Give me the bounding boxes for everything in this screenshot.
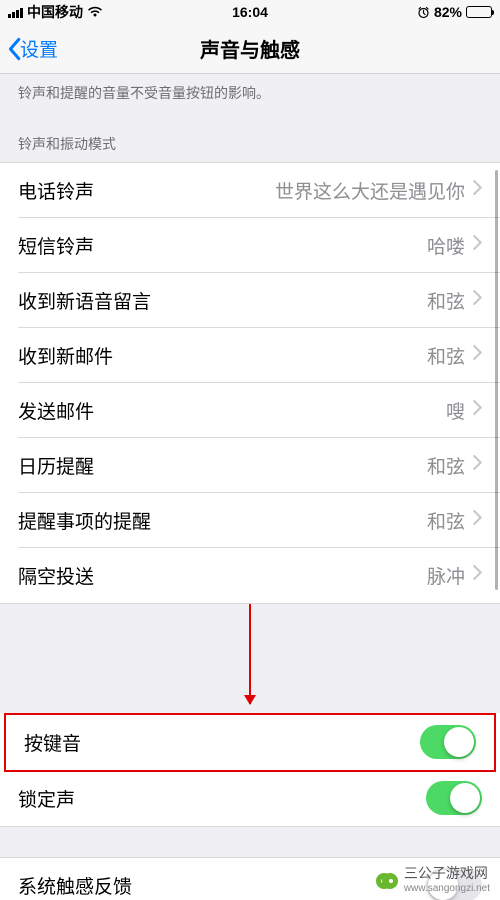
cell-label: 发送邮件 <box>18 397 94 424</box>
cell-value: 和弦 <box>113 342 465 369</box>
watermark-logo-icon <box>376 869 398 889</box>
cell-label: 系统触感反馈 <box>18 872 132 899</box>
chevron-right-icon <box>473 565 482 585</box>
ringtones-group: 电话铃声 世界这么大还是遇见你 短信铃声 哈喽 收到新语音留言 和弦 收到新邮件… <box>0 162 500 604</box>
watermark: 三公子游戏网 www.sangongzi.net <box>376 863 490 894</box>
chevron-right-icon <box>473 235 482 255</box>
signal-icon <box>8 6 23 18</box>
cell-label: 电话铃声 <box>18 177 94 204</box>
content-scroll[interactable]: 铃声和提醒的音量不受音量按钮的影响。 铃声和振动模式 电话铃声 世界这么大还是遇… <box>0 74 500 900</box>
page-title: 声音与触感 <box>200 34 300 63</box>
cell-label: 收到新邮件 <box>18 342 113 369</box>
cell-label: 提醒事项的提醒 <box>18 507 151 534</box>
cell-value: 脉冲 <box>94 562 465 589</box>
cell-label: 收到新语音留言 <box>18 287 151 314</box>
cell-label: 锁定声 <box>18 785 75 812</box>
carrier-label: 中国移动 <box>27 2 83 22</box>
chevron-right-icon <box>473 455 482 475</box>
cell-value: 哈喽 <box>94 232 465 259</box>
alarm-icon <box>417 6 430 19</box>
cell-lock-sound[interactable]: 锁定声 <box>0 771 500 826</box>
cell-new-mail[interactable]: 收到新邮件 和弦 <box>0 328 500 383</box>
cell-label: 按键音 <box>24 729 81 756</box>
scrollbar-thumb[interactable] <box>495 170 498 590</box>
nav-bar: 设置 声音与触感 <box>0 24 500 74</box>
scrollbar[interactable] <box>495 170 498 710</box>
volume-buttons-footer: 铃声和提醒的音量不受音量按钮的影响。 <box>0 74 500 114</box>
back-button[interactable]: 设置 <box>6 35 58 62</box>
chevron-right-icon <box>473 290 482 310</box>
keyboard-clicks-toggle[interactable] <box>420 725 476 759</box>
watermark-url: www.sangongzi.net <box>404 883 490 894</box>
cell-value: 和弦 <box>151 507 465 534</box>
cell-value: 和弦 <box>94 452 465 479</box>
cell-new-voicemail[interactable]: 收到新语音留言 和弦 <box>0 273 500 328</box>
status-left: 中国移动 <box>8 2 103 22</box>
highlight-annotation: 按键音 <box>4 713 496 772</box>
sounds-toggle-group: 按键音 锁定声 <box>0 713 500 827</box>
status-bar: 中国移动 16:04 82% <box>0 0 500 24</box>
back-label: 设置 <box>20 35 58 62</box>
chevron-right-icon <box>473 400 482 420</box>
cell-reminder-alerts[interactable]: 提醒事项的提醒 和弦 <box>0 493 500 548</box>
cell-label: 隔空投送 <box>18 562 94 589</box>
cell-sent-mail[interactable]: 发送邮件 嗖 <box>0 383 500 438</box>
cell-text-tone[interactable]: 短信铃声 哈喽 <box>0 218 500 273</box>
cell-value: 嗖 <box>94 397 465 424</box>
cell-ringtone[interactable]: 电话铃声 世界这么大还是遇见你 <box>0 163 500 218</box>
clock: 16:04 <box>232 4 268 20</box>
ringtones-section-header: 铃声和振动模式 <box>0 114 500 162</box>
annotation-arrow <box>0 604 500 714</box>
wifi-icon <box>87 6 103 18</box>
cell-label: 日历提醒 <box>18 452 94 479</box>
cell-value: 和弦 <box>151 287 465 314</box>
chevron-right-icon <box>473 345 482 365</box>
lock-sound-toggle[interactable] <box>426 781 482 815</box>
battery-percent: 82% <box>434 4 462 20</box>
cell-airdrop[interactable]: 隔空投送 脉冲 <box>0 548 500 603</box>
cell-keyboard-clicks[interactable]: 按键音 <box>6 715 494 770</box>
chevron-right-icon <box>473 510 482 530</box>
chevron-right-icon <box>473 180 482 200</box>
watermark-text: 三公子游戏网 <box>404 863 490 883</box>
battery-icon <box>466 6 492 18</box>
status-right: 82% <box>417 4 492 20</box>
cell-value: 世界这么大还是遇见你 <box>94 177 465 204</box>
cell-label: 短信铃声 <box>18 232 94 259</box>
cell-calendar-alerts[interactable]: 日历提醒 和弦 <box>0 438 500 493</box>
